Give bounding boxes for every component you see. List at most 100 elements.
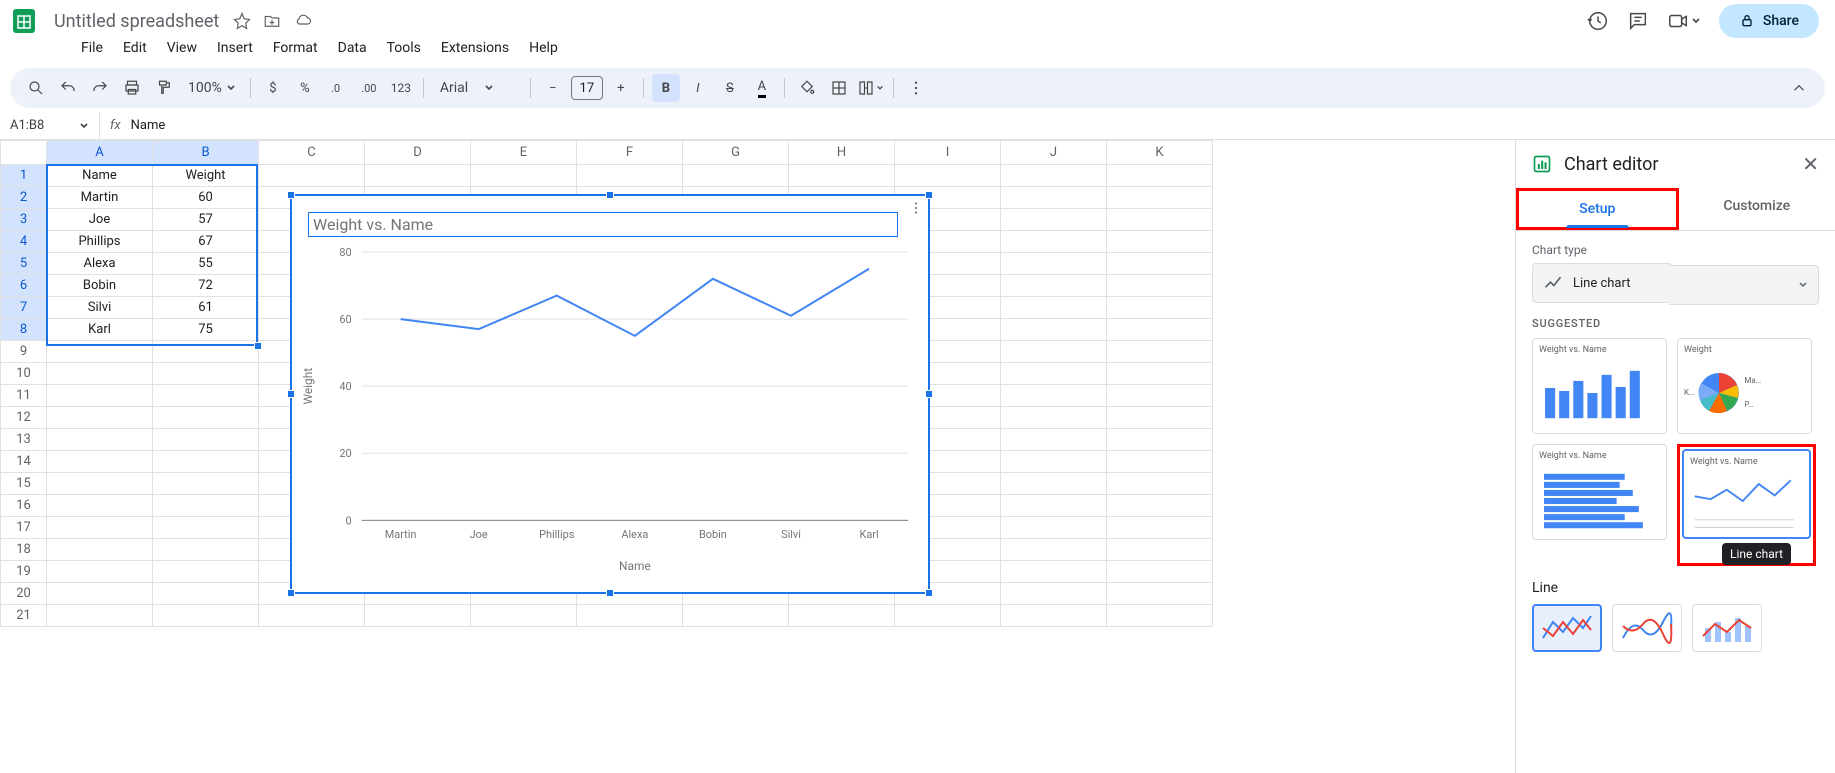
cell[interactable] [47,385,153,407]
column-header[interactable]: E [471,141,577,165]
cell[interactable] [471,605,577,627]
cell[interactable] [153,517,259,539]
strikethrough-button[interactable]: S [716,74,744,102]
row-header[interactable]: 2 [1,187,47,209]
cell[interactable] [1001,187,1107,209]
cell[interactable]: 75 [153,319,259,341]
line-chart-option-3[interactable] [1692,604,1762,652]
decrease-decimal-icon[interactable]: .0 [323,74,351,102]
cell[interactable] [1001,583,1107,605]
cell[interactable] [153,473,259,495]
cell[interactable] [47,407,153,429]
chart-resize-handle[interactable] [606,589,614,597]
row-header[interactable]: 4 [1,231,47,253]
menu-extensions[interactable]: Extensions [432,36,518,64]
cell[interactable] [683,605,789,627]
cell[interactable] [1001,407,1107,429]
cell[interactable]: Alexa [47,253,153,275]
cell[interactable] [259,165,365,187]
close-icon[interactable]: ✕ [1802,152,1819,176]
cell[interactable]: Weight [153,165,259,187]
menu-format[interactable]: Format [264,36,327,64]
star-icon[interactable] [233,12,251,30]
cell[interactable]: 57 [153,209,259,231]
column-header[interactable]: I [895,141,1001,165]
cell[interactable] [471,165,577,187]
cell[interactable] [1107,341,1213,363]
collapse-toolbar-icon[interactable] [1785,74,1813,102]
cell[interactable] [1001,385,1107,407]
cell[interactable] [1107,605,1213,627]
cell[interactable]: 55 [153,253,259,275]
cell[interactable] [1107,407,1213,429]
cell[interactable] [153,341,259,363]
cell[interactable] [47,583,153,605]
cell[interactable] [1107,539,1213,561]
cell[interactable] [1001,165,1107,187]
menu-view[interactable]: View [158,36,206,64]
chart-resize-handle[interactable] [925,390,933,398]
formula-value[interactable]: Name [131,118,166,133]
increase-font-icon[interactable]: + [607,74,635,102]
menu-tools[interactable]: Tools [378,36,430,64]
document-title[interactable]: Untitled spreadsheet [48,9,225,34]
share-button[interactable]: Share [1719,4,1819,38]
cell[interactable] [1107,473,1213,495]
chart-resize-handle[interactable] [287,191,295,199]
cell[interactable] [1107,253,1213,275]
column-header[interactable]: G [683,141,789,165]
cell[interactable] [1107,165,1213,187]
borders-icon[interactable] [825,74,853,102]
cell[interactable] [789,165,895,187]
cell[interactable] [1001,605,1107,627]
cell[interactable] [1107,187,1213,209]
cell[interactable]: 61 [153,297,259,319]
cell[interactable] [1107,561,1213,583]
cell[interactable] [1001,429,1107,451]
cell[interactable] [1107,231,1213,253]
row-header[interactable]: 12 [1,407,47,429]
cell[interactable] [153,561,259,583]
merge-icon[interactable] [857,74,885,102]
cell[interactable] [1001,473,1107,495]
cell[interactable] [1001,451,1107,473]
column-header[interactable]: H [789,141,895,165]
menu-help[interactable]: Help [520,36,567,64]
cell[interactable] [365,165,471,187]
paint-format-icon[interactable] [150,74,178,102]
bold-button[interactable]: B [652,74,680,102]
chart-resize-handle[interactable] [287,390,295,398]
cell[interactable]: 67 [153,231,259,253]
cell[interactable] [1107,451,1213,473]
cell[interactable] [1001,495,1107,517]
cell[interactable] [1107,275,1213,297]
more-formats-icon[interactable]: 123 [387,74,415,102]
cell[interactable] [153,451,259,473]
move-icon[interactable] [263,12,281,30]
cell[interactable] [47,451,153,473]
chart-type-dropdown[interactable]: Line chart [1532,263,1672,303]
row-header[interactable]: 9 [1,341,47,363]
currency-icon[interactable]: $ [259,74,287,102]
row-header[interactable]: 8 [1,319,47,341]
cell[interactable]: Bobin [47,275,153,297]
spreadsheet-grid[interactable]: ABCDEFGHIJK1NameWeight2Martin603Joe574Ph… [0,140,1515,773]
decrease-font-icon[interactable]: − [539,74,567,102]
suggested-pie-chart[interactable]: Weight K… [1677,338,1812,434]
cell[interactable] [1001,341,1107,363]
increase-decimal-icon[interactable]: .00 [355,74,383,102]
cell[interactable] [47,517,153,539]
text-color-button[interactable]: A [748,74,776,102]
meet-icon[interactable] [1667,10,1701,32]
cell[interactable] [1001,363,1107,385]
line-chart-option-2[interactable] [1612,604,1682,652]
cell[interactable] [153,363,259,385]
cell[interactable] [1001,253,1107,275]
cell[interactable] [1107,319,1213,341]
italic-button[interactable]: I [684,74,712,102]
cell[interactable] [47,495,153,517]
menu-insert[interactable]: Insert [208,36,262,64]
cell[interactable]: Name [47,165,153,187]
cell[interactable] [1107,429,1213,451]
menu-data[interactable]: Data [329,36,376,64]
